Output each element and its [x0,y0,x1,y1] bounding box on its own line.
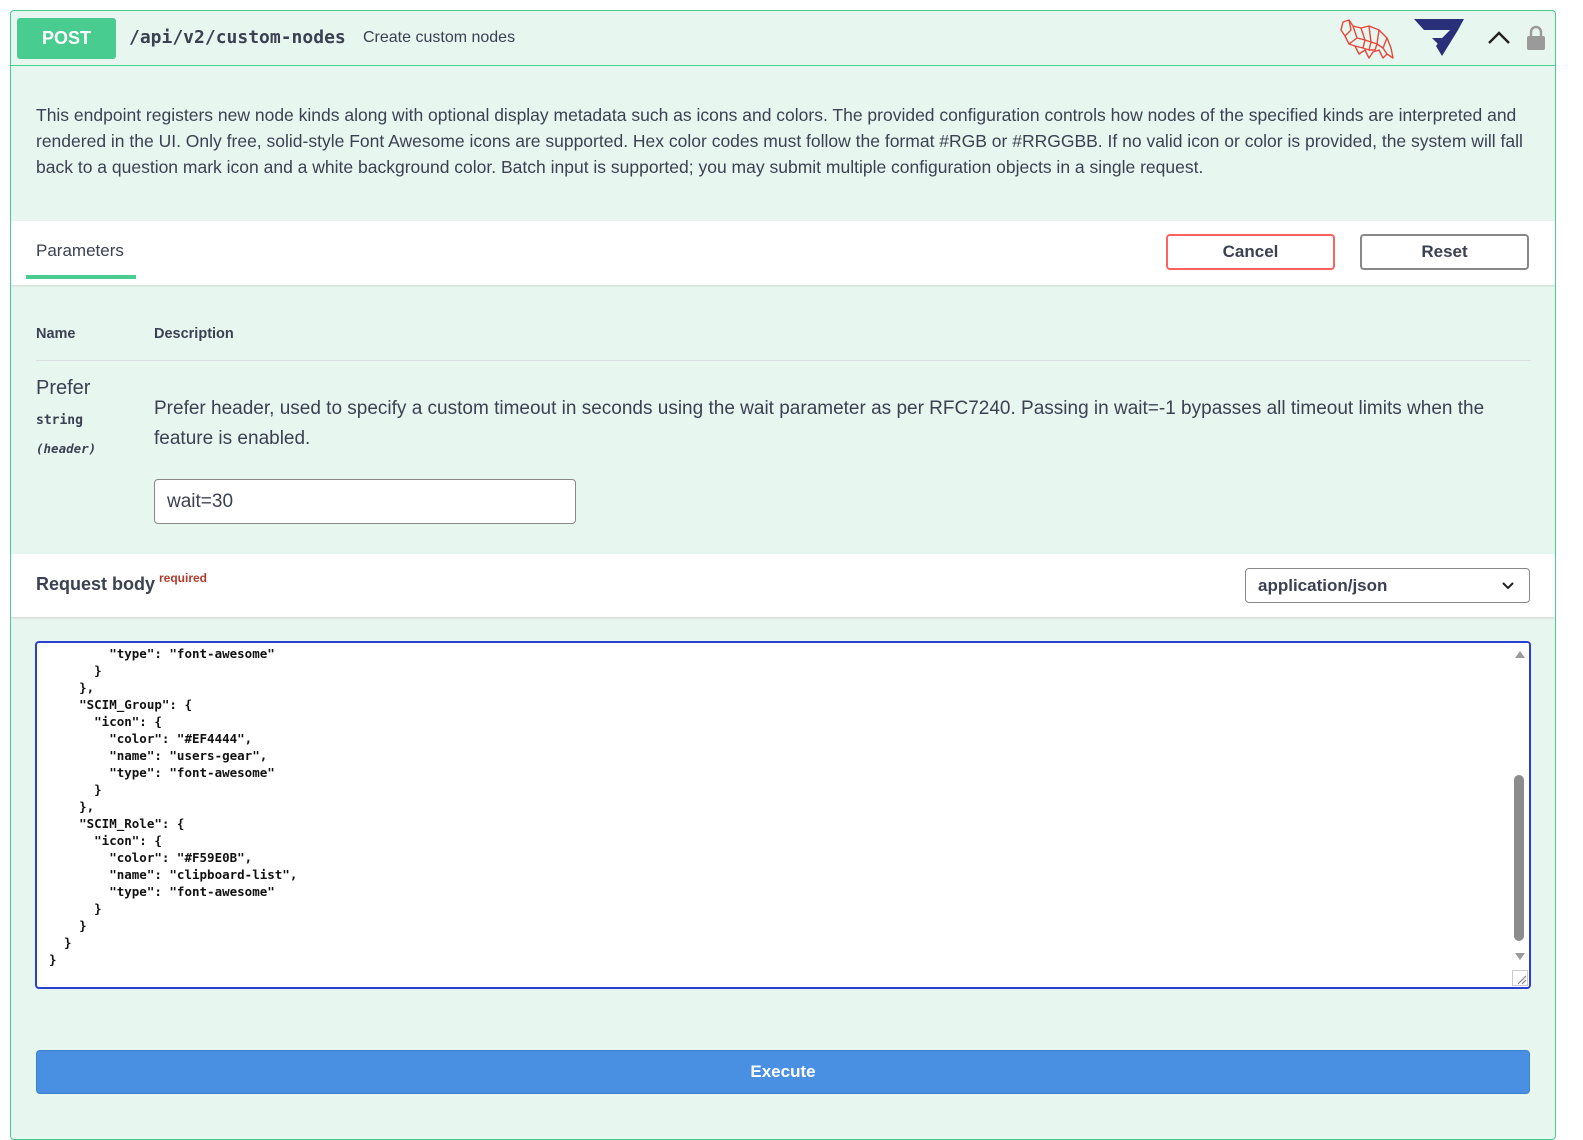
parameters-header: Parameters Cancel Reset [11,221,1555,285]
scroll-down-arrow-icon[interactable] [1515,953,1525,960]
request-body-editor[interactable]: "type": "font-awesome" } }, "SCIM_Group"… [35,641,1531,989]
parameter-name: Prefer [36,377,91,399]
editor-scrollbar[interactable] [1511,643,1529,987]
parameter-location: (header) [36,441,97,456]
endpoint-path: /api/v2/custom-nodes [129,27,346,48]
reset-button[interactable]: Reset [1360,234,1529,270]
parameter-description: Prefer header, used to specify a custom … [154,398,1485,449]
request-body-header: Request body required application/json [11,554,1555,617]
prefer-header-input[interactable] [154,479,576,524]
endpoint-description: This endpoint registers new node kinds a… [36,105,1523,177]
endpoint-summary: Create custom nodes [363,29,516,46]
execute-button[interactable]: Execute [36,1050,1530,1094]
chevron-up-icon[interactable] [1487,29,1511,50]
content-type-value: application/json [1258,575,1388,595]
operation-summary[interactable]: POST /api/v2/custom-nodes Create custom … [11,11,1555,66]
column-header-description: Description [154,326,234,342]
lock-icon[interactable] [1526,25,1546,56]
shield-logo-icon [1412,16,1466,63]
scrollbar-thumb[interactable] [1514,775,1524,941]
method-badge: POST [17,18,116,59]
cancel-button[interactable]: Cancel [1166,234,1335,270]
required-badge: required [159,571,208,585]
resize-grip-icon[interactable] [1512,970,1528,986]
tab-active-indicator [26,275,136,279]
scroll-up-arrow-icon[interactable] [1515,651,1525,658]
tab-parameters[interactable]: Parameters [36,241,124,261]
request-body-code[interactable]: "type": "font-awesome" } }, "SCIM_Group"… [49,645,297,968]
parameter-type: string [36,413,83,428]
operation-block: POST /api/v2/custom-nodes Create custom … [10,10,1556,1140]
content-type-select[interactable]: application/json [1245,568,1530,603]
request-body-title: Request body [36,574,156,594]
tiger-logo-icon [1339,16,1395,65]
column-header-name: Name [36,326,76,342]
chevron-down-icon [1501,578,1515,598]
table-divider [36,360,1531,361]
